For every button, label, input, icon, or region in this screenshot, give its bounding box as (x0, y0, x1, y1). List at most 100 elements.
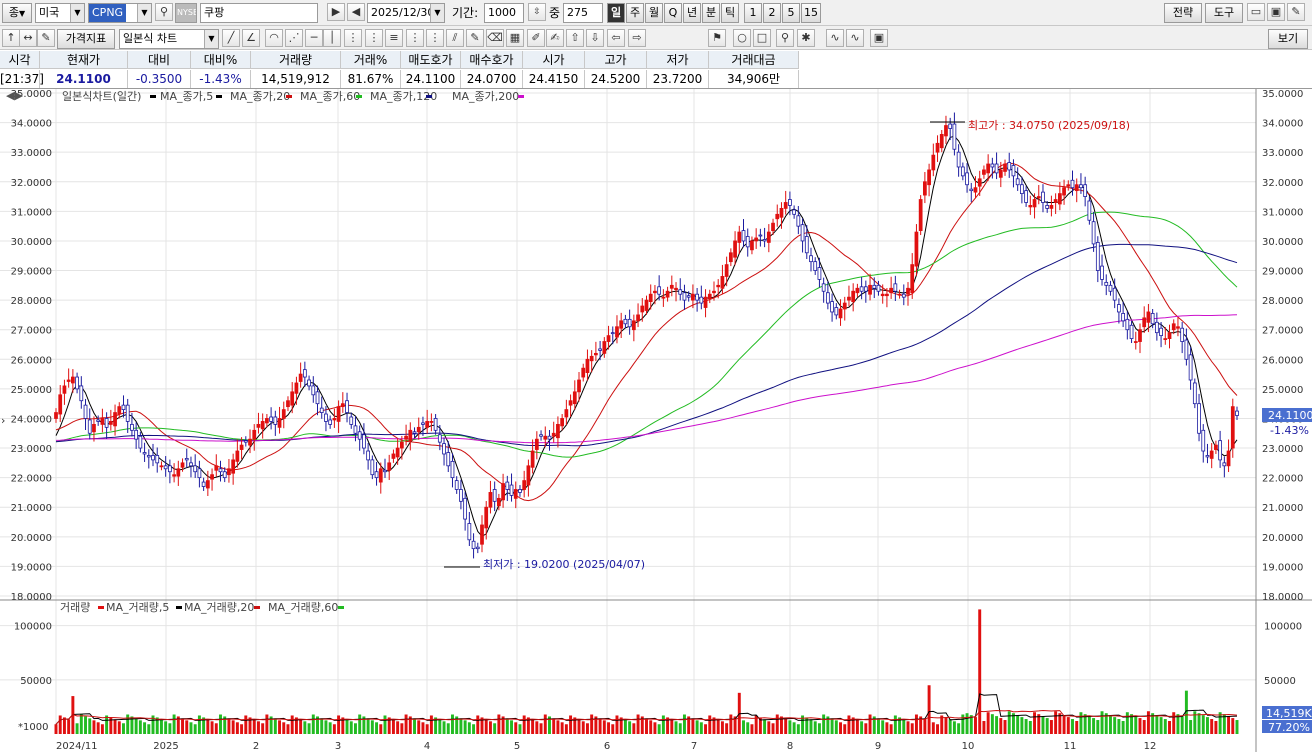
vline-icon[interactable]: │ (323, 29, 341, 47)
strategy-button[interactable]: 전략 (1164, 3, 1202, 23)
volume-bar (261, 723, 265, 734)
edit-icon[interactable]: ✎ (37, 29, 55, 47)
eraser-icon[interactable]: ⌫ (486, 29, 504, 47)
price-tick-label: 18.0000 (1262, 592, 1303, 603)
minute-5[interactable]: 5 (782, 3, 800, 23)
price-chart: 35.000035.000034.000034.000033.000033.00… (0, 89, 1312, 752)
angle-icon[interactable]: ∠ (242, 29, 260, 47)
magic-icon[interactable]: ✱ (797, 29, 815, 47)
stock-name-field[interactable]: 쿠팡 (200, 3, 318, 23)
candle-body (678, 289, 683, 295)
adjust-icon[interactable]: ⇳ (528, 3, 546, 21)
note-icon[interactable]: ✍ (546, 29, 564, 47)
candle-body (345, 400, 349, 413)
left-icon[interactable]: ⇦ (607, 29, 625, 47)
candle-body (505, 481, 510, 490)
fan-icon[interactable]: ⋰ (285, 29, 303, 47)
grid4-icon[interactable]: ⋮ (406, 29, 424, 47)
candle-body (256, 423, 261, 428)
swap-icon[interactable]: ↔ (19, 29, 37, 47)
volume-bar (670, 719, 674, 734)
volume-bar (164, 721, 168, 734)
volume-bar (147, 724, 151, 734)
hline-icon[interactable]: ─ (305, 29, 323, 47)
minute-15[interactable]: 15 (801, 3, 821, 23)
period-input[interactable]: 1000 (484, 3, 524, 23)
candle-body (1205, 455, 1210, 458)
pencil-icon[interactable]: ✎ (466, 29, 484, 47)
volume-bar (813, 721, 817, 734)
date-input[interactable]: 2025/12/30 ▼ (367, 3, 445, 23)
settings-icon[interactable]: ✎ (1287, 3, 1305, 21)
candle-body (665, 290, 670, 298)
square-icon[interactable]: □ (753, 29, 771, 47)
interval-quarter[interactable]: Q (664, 3, 682, 23)
grid1-icon[interactable]: ⋮ (344, 29, 362, 47)
minute-1[interactable]: 1 (744, 3, 762, 23)
arc-icon[interactable]: ◠ (265, 29, 283, 47)
volume-bar (775, 714, 779, 734)
candle-body (838, 308, 843, 319)
interval-tick[interactable]: 틱 (721, 3, 739, 23)
chart-type-select[interactable]: 일본식 차트 ▼ (119, 29, 219, 49)
candle-body (113, 412, 117, 427)
pitch-icon[interactable]: ⫽ (446, 29, 464, 47)
wave2-icon[interactable]: ∿ (846, 29, 864, 47)
market-select[interactable]: 미국 ▼ (35, 3, 85, 23)
interval-minute[interactable]: 분 (702, 3, 720, 23)
volume-bar (105, 715, 109, 734)
tools-button[interactable]: 도구 (1205, 3, 1243, 23)
candle-body (480, 524, 484, 545)
interval-week[interactable]: 주 (626, 3, 644, 23)
volume-bar (535, 721, 539, 734)
minute-2[interactable]: 2 (763, 3, 781, 23)
volume-bar (1142, 720, 1146, 734)
price-tick-label-left: 22.0000 (11, 474, 52, 485)
volume-bar (564, 724, 568, 734)
volume-bar (1180, 716, 1184, 734)
calc-icon[interactable]: ▣ (870, 29, 888, 47)
candle-body (1230, 406, 1235, 449)
candle-body (75, 376, 79, 390)
volume-bar (636, 714, 640, 734)
folder-icon[interactable]: ▭ (1247, 3, 1265, 21)
grid5-icon[interactable]: ⋮ (426, 29, 444, 47)
volume-bar (877, 718, 880, 734)
price-tick-label: 32.0000 (1262, 178, 1303, 189)
count-input[interactable]: 275 (563, 3, 603, 23)
interval-day[interactable]: 일 (607, 3, 625, 23)
zoom-icon[interactable]: ⚲ (776, 29, 794, 47)
arrow-up-icon[interactable]: ↑ (2, 29, 20, 47)
trendline-icon[interactable]: ╱ (222, 29, 240, 47)
volume-bar (1117, 719, 1121, 734)
candle-body (610, 332, 615, 335)
color-icon[interactable]: ▦ (506, 29, 524, 47)
up-icon[interactable]: ⇧ (566, 29, 584, 47)
grid3-icon[interactable]: ≡ (385, 29, 403, 47)
volume-bar (1028, 721, 1032, 734)
play-icon[interactable]: ▶ (327, 3, 345, 21)
flag-icon[interactable]: ⚑ (708, 29, 726, 47)
symbol-input[interactable]: CPNG ▼ (88, 3, 152, 23)
side-expand-icon[interactable]: › (1, 414, 5, 427)
volume-bar (421, 722, 425, 734)
interval-month[interactable]: 월 (645, 3, 663, 23)
down-icon[interactable]: ⇩ (586, 29, 604, 47)
right-icon[interactable]: ⇨ (628, 29, 646, 47)
step-back-icon[interactable]: ◀ (347, 3, 365, 21)
view-button[interactable]: 보기 (1268, 29, 1308, 49)
circle-icon[interactable]: ○ (733, 29, 751, 47)
brush-icon[interactable]: ✐ (527, 29, 545, 47)
save-icon[interactable]: ▣ (1267, 3, 1285, 21)
price-indicator-button[interactable]: 가격지표 (57, 29, 115, 49)
wave-icon[interactable]: ∿ (826, 29, 844, 47)
interval-year[interactable]: 년 (683, 3, 701, 23)
quote-value-change: -0.3500 (128, 70, 191, 88)
candle-body (1201, 429, 1206, 452)
search-icon[interactable]: ⚲ (155, 3, 173, 21)
candle-body (1028, 205, 1033, 208)
grid2-icon[interactable]: ⋮ (365, 29, 383, 47)
volume-bar (79, 714, 83, 734)
legend-collapse-icon[interactable]: ◀▶ (6, 89, 23, 102)
type-selector[interactable]: 종▼ (2, 3, 32, 23)
